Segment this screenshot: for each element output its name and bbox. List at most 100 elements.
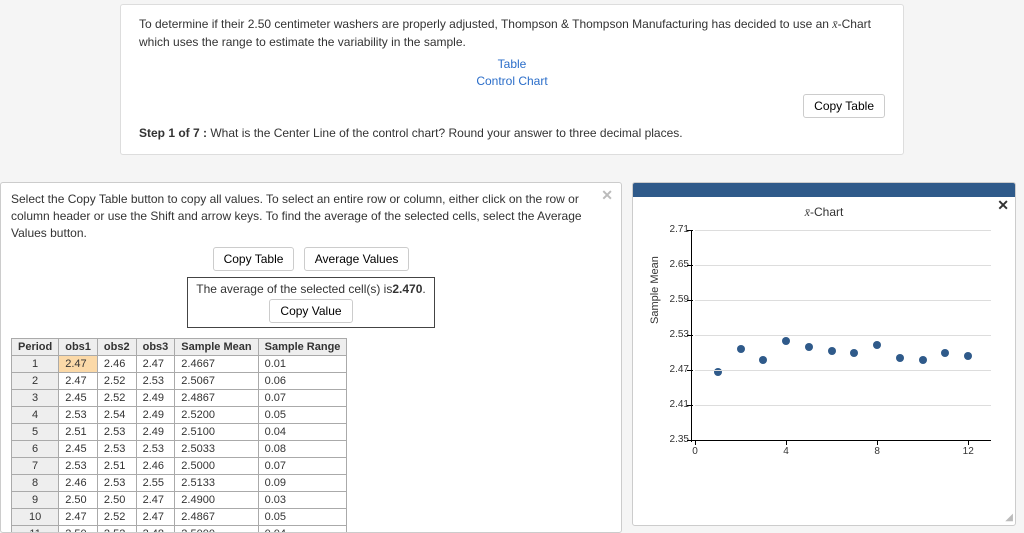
table-row[interactable]: 32.452.522.492.48670.07 — [12, 390, 347, 407]
table-cell[interactable]: 2.53 — [97, 441, 136, 458]
table-cell[interactable]: 2.45 — [59, 441, 98, 458]
table-cell[interactable]: 2.47 — [59, 509, 98, 526]
table-cell[interactable]: 2.5133 — [175, 475, 258, 492]
table-cell[interactable]: 2.50 — [59, 492, 98, 509]
table-cell[interactable]: 2.50 — [59, 526, 98, 533]
table-cell[interactable]: 2.52 — [97, 390, 136, 407]
data-table[interactable]: Periodobs1obs2obs3Sample MeanSample Rang… — [11, 338, 347, 533]
table-cell[interactable]: 2.54 — [97, 407, 136, 424]
table-row[interactable]: 62.452.532.532.50330.08 — [12, 441, 347, 458]
table-cell[interactable]: 2.51 — [97, 458, 136, 475]
table-cell[interactable]: 0.09 — [258, 475, 347, 492]
table-row[interactable]: 52.512.532.492.51000.04 — [12, 424, 347, 441]
table-cell[interactable]: 2.55 — [136, 475, 175, 492]
table-cell[interactable]: 2.47 — [59, 356, 98, 373]
table-cell[interactable]: 2.49 — [136, 407, 175, 424]
table-cell[interactable]: 4 — [12, 407, 59, 424]
col-header[interactable]: Period — [12, 339, 59, 356]
chart-close-icon[interactable]: ✕ — [997, 197, 1009, 214]
x-tick-label: 12 — [960, 446, 976, 457]
table-cell[interactable]: 2.52 — [97, 526, 136, 533]
col-header[interactable]: obs3 — [136, 339, 175, 356]
table-cell[interactable]: 2.53 — [136, 373, 175, 390]
table-cell[interactable]: 11 — [12, 526, 59, 533]
table-cell[interactable]: 7 — [12, 458, 59, 475]
col-header[interactable]: obs2 — [97, 339, 136, 356]
table-cell[interactable]: 2.52 — [97, 373, 136, 390]
table-cell[interactable]: 0.03 — [258, 492, 347, 509]
table-cell[interactable]: 2.47 — [136, 509, 175, 526]
table-cell[interactable]: 0.04 — [258, 424, 347, 441]
table-cell[interactable]: 9 — [12, 492, 59, 509]
table-cell[interactable]: 2.4900 — [175, 492, 258, 509]
data-point — [919, 356, 927, 364]
table-cell[interactable]: 2.45 — [59, 390, 98, 407]
table-cell[interactable]: 5 — [12, 424, 59, 441]
table-cell[interactable]: 1 — [12, 356, 59, 373]
table-cell[interactable]: 0.08 — [258, 441, 347, 458]
table-cell[interactable]: 10 — [12, 509, 59, 526]
table-cell[interactable]: 2 — [12, 373, 59, 390]
table-row[interactable]: 112.502.522.482.50000.04 — [12, 526, 347, 533]
data-point — [964, 352, 972, 360]
resize-handle-icon[interactable]: ◢ — [1005, 512, 1013, 523]
link-control-chart[interactable]: Control Chart — [139, 74, 885, 88]
table-cell[interactable]: 0.07 — [258, 458, 347, 475]
table-cell[interactable]: 2.5033 — [175, 441, 258, 458]
col-header[interactable]: Sample Range — [258, 339, 347, 356]
table-cell[interactable]: 2.47 — [136, 356, 175, 373]
table-cell[interactable]: 2.51 — [59, 424, 98, 441]
table-row[interactable]: 12.472.462.472.46670.01 — [12, 356, 347, 373]
average-values-button[interactable]: Average Values — [304, 247, 410, 271]
table-cell[interactable]: 8 — [12, 475, 59, 492]
table-cell[interactable]: 0.06 — [258, 373, 347, 390]
table-cell[interactable]: 2.47 — [136, 492, 175, 509]
link-table[interactable]: Table — [139, 57, 885, 71]
table-cell[interactable]: 2.52 — [97, 509, 136, 526]
table-cell[interactable]: 0.01 — [258, 356, 347, 373]
table-cell[interactable]: 2.53 — [59, 407, 98, 424]
table-cell[interactable]: 6 — [12, 441, 59, 458]
center-links: Table Control Chart — [139, 57, 885, 88]
copy-table-button-top[interactable]: Copy Table — [803, 94, 885, 118]
copy-value-button[interactable]: Copy Value — [269, 299, 352, 323]
table-cell[interactable]: 2.47 — [59, 373, 98, 390]
col-header[interactable]: Sample Mean — [175, 339, 258, 356]
table-cell[interactable]: 2.48 — [136, 526, 175, 533]
table-cell[interactable]: 2.49 — [136, 424, 175, 441]
table-cell[interactable]: 2.5200 — [175, 407, 258, 424]
table-cell[interactable]: 2.53 — [59, 458, 98, 475]
y-tick — [687, 405, 693, 406]
table-cell[interactable]: 2.4667 — [175, 356, 258, 373]
table-row[interactable]: 22.472.522.532.50670.06 — [12, 373, 347, 390]
chart-panel-bar[interactable] — [633, 183, 1015, 197]
table-cell[interactable]: 0.04 — [258, 526, 347, 533]
close-icon[interactable]: ✕ — [601, 187, 613, 204]
table-cell[interactable]: 3 — [12, 390, 59, 407]
table-row[interactable]: 42.532.542.492.52000.05 — [12, 407, 347, 424]
table-cell[interactable]: 2.49 — [136, 390, 175, 407]
table-row[interactable]: 102.472.522.472.48670.05 — [12, 509, 347, 526]
table-cell[interactable]: 2.4867 — [175, 509, 258, 526]
table-row[interactable]: 72.532.512.462.50000.07 — [12, 458, 347, 475]
table-cell[interactable]: 2.53 — [97, 424, 136, 441]
table-cell[interactable]: 2.50 — [97, 492, 136, 509]
table-cell[interactable]: 2.46 — [59, 475, 98, 492]
table-cell[interactable]: 2.5000 — [175, 458, 258, 475]
table-cell[interactable]: 2.46 — [136, 458, 175, 475]
table-row[interactable]: 92.502.502.472.49000.03 — [12, 492, 347, 509]
table-cell[interactable]: 2.46 — [97, 356, 136, 373]
table-cell[interactable]: 2.53 — [97, 475, 136, 492]
tool-row: Copy Table Average Values — [11, 247, 611, 271]
table-cell[interactable]: 2.4867 — [175, 390, 258, 407]
table-row[interactable]: 82.462.532.552.51330.09 — [12, 475, 347, 492]
table-cell[interactable]: 2.5067 — [175, 373, 258, 390]
table-cell[interactable]: 0.07 — [258, 390, 347, 407]
table-cell[interactable]: 0.05 — [258, 509, 347, 526]
col-header[interactable]: obs1 — [59, 339, 98, 356]
table-cell[interactable]: 2.53 — [136, 441, 175, 458]
table-cell[interactable]: 2.5100 — [175, 424, 258, 441]
copy-table-button[interactable]: Copy Table — [213, 247, 295, 271]
table-cell[interactable]: 0.05 — [258, 407, 347, 424]
table-cell[interactable]: 2.5000 — [175, 526, 258, 533]
